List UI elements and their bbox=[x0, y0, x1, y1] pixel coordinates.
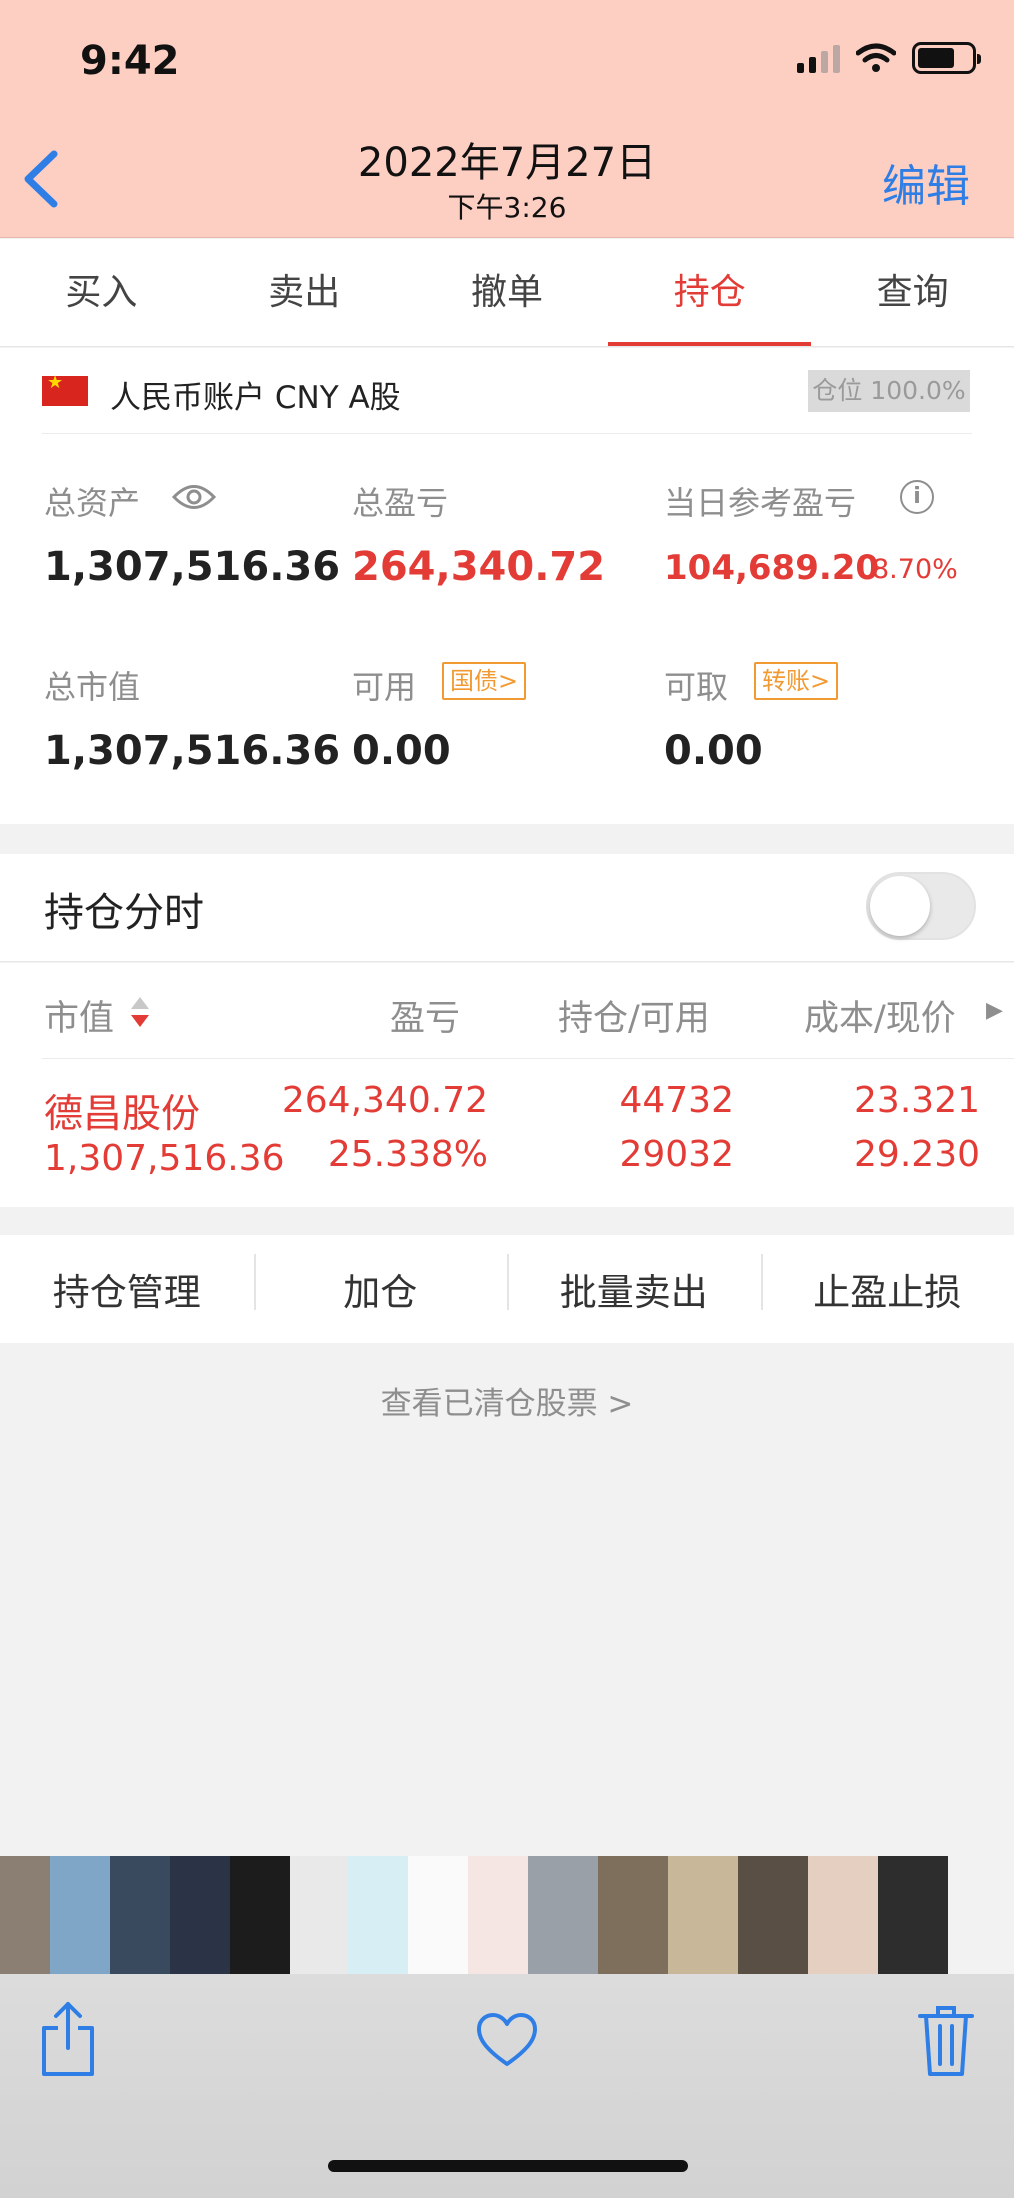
table-row[interactable]: 德昌股份 1,307,516.36 264,340.72 25.338% 447… bbox=[0, 1076, 1014, 1186]
heart-icon[interactable] bbox=[476, 2012, 538, 2068]
withdrawable-label: 可取 bbox=[664, 668, 729, 706]
account-name[interactable]: 人民币账户 CNY A股 bbox=[110, 372, 401, 417]
add-position-button[interactable]: 加仓 bbox=[253, 1254, 508, 1316]
photo-thumbnail[interactable] bbox=[408, 1856, 468, 1974]
sort-icon[interactable] bbox=[128, 994, 152, 1030]
stock-name: 德昌股份 bbox=[44, 1092, 201, 1137]
timeshare-toggle[interactable] bbox=[866, 872, 976, 940]
photo-thumbnail[interactable] bbox=[668, 1856, 738, 1974]
available-value: 0.00 bbox=[352, 728, 451, 774]
column-header-cost-price: 成本/现价 bbox=[804, 999, 956, 1039]
withdrawable-value: 0.00 bbox=[664, 728, 763, 774]
available-label: 可用 bbox=[352, 668, 417, 706]
photo-thumbnail[interactable] bbox=[170, 1856, 230, 1974]
photo-thumbnail[interactable] bbox=[738, 1856, 808, 1974]
battery-icon bbox=[912, 42, 981, 74]
photo-thumbnail[interactable] bbox=[808, 1856, 878, 1974]
home-indicator bbox=[328, 2160, 688, 2172]
toggle-knob bbox=[870, 876, 930, 936]
treasury-bond-button[interactable]: 国债> bbox=[442, 662, 527, 700]
edit-button[interactable]: 编辑 bbox=[882, 150, 970, 214]
stock-available: 29032 bbox=[619, 1134, 734, 1175]
tab-query[interactable]: 查询 bbox=[811, 239, 1014, 346]
total-pl-value: 264,340.72 bbox=[352, 544, 606, 590]
tab-positions[interactable]: 持仓 bbox=[608, 239, 811, 346]
divider bbox=[42, 1058, 1014, 1059]
take-profit-stop-loss-button[interactable]: 止盈止损 bbox=[760, 1254, 1014, 1316]
daily-pl-percent: 8.70% bbox=[872, 554, 958, 585]
column-header-market-value[interactable]: 市值 bbox=[44, 990, 114, 1041]
position-ratio-badge: 仓位 100.0% bbox=[808, 370, 970, 412]
daily-pl-value: 104,689.20 bbox=[664, 548, 880, 588]
total-pl-label: 总盈亏 bbox=[352, 484, 449, 522]
cellular-signal-icon bbox=[797, 43, 840, 73]
photo-thumbnail[interactable] bbox=[110, 1856, 170, 1974]
photo-thumbnail[interactable] bbox=[468, 1856, 528, 1974]
market-value-value: 1,307,516.36 bbox=[44, 728, 341, 774]
trade-tabs: 买入 卖出 撤单 持仓 查询 bbox=[0, 239, 1014, 347]
eye-icon[interactable] bbox=[172, 482, 216, 512]
column-header-pl: 盈亏 bbox=[390, 999, 461, 1039]
more-columns-icon[interactable]: ▶ bbox=[986, 998, 1003, 1023]
batch-sell-button[interactable]: 批量卖出 bbox=[507, 1254, 761, 1316]
status-time: 9:42 bbox=[80, 38, 180, 84]
photo-thumbnail[interactable] bbox=[878, 1856, 948, 1974]
photo-thumbnail[interactable] bbox=[598, 1856, 668, 1974]
photo-thumbnail[interactable] bbox=[50, 1856, 110, 1974]
market-value-label: 总市值 bbox=[44, 668, 141, 706]
tab-buy[interactable]: 买入 bbox=[0, 239, 203, 346]
total-assets-value: 1,307,516.36 bbox=[44, 544, 341, 590]
china-flag-icon bbox=[42, 372, 88, 406]
photo-thumbnail[interactable] bbox=[348, 1856, 408, 1974]
stock-position: 44732 bbox=[619, 1080, 734, 1121]
photo-thumbnail[interactable] bbox=[528, 1856, 598, 1974]
photo-time: 下午3:26 bbox=[447, 191, 567, 224]
stock-pl: 264,340.72 bbox=[281, 1080, 488, 1121]
view-cleared-stocks-link[interactable]: 查看已清仓股票 > bbox=[0, 1378, 1014, 1423]
info-icon[interactable]: i bbox=[900, 480, 934, 514]
status-icons bbox=[797, 42, 981, 74]
wifi-icon bbox=[856, 43, 896, 72]
transfer-button[interactable]: 转账> bbox=[754, 662, 839, 700]
photo-date: 2022年7月27日 bbox=[357, 140, 657, 186]
column-header-position: 持仓/可用 bbox=[558, 999, 710, 1039]
position-management-button[interactable]: 持仓管理 bbox=[0, 1262, 254, 1316]
stock-cost: 23.321 bbox=[854, 1080, 980, 1121]
share-icon[interactable] bbox=[38, 1998, 98, 2078]
stock-price: 29.230 bbox=[854, 1134, 980, 1175]
position-actions: 持仓管理 加仓 批量卖出 止盈止损 bbox=[0, 1235, 1014, 1343]
divider bbox=[42, 433, 972, 434]
photo-thumbnail[interactable] bbox=[290, 1856, 348, 1974]
stock-market-value: 1,307,516.36 bbox=[44, 1138, 285, 1179]
tab-cancel-order[interactable]: 撤单 bbox=[406, 239, 609, 346]
trash-icon[interactable] bbox=[916, 2004, 976, 2078]
stock-pl-percent: 25.338% bbox=[327, 1134, 488, 1175]
tab-sell[interactable]: 卖出 bbox=[203, 239, 406, 346]
total-assets-label: 总资产 bbox=[44, 484, 141, 522]
timeshare-label: 持仓分时 bbox=[44, 890, 204, 936]
photo-thumbnail[interactable] bbox=[0, 1856, 50, 1974]
photo-thumbnail-strip[interactable] bbox=[0, 1856, 1014, 1974]
photo-thumbnail[interactable] bbox=[230, 1856, 290, 1974]
daily-pl-label: 当日参考盈亏 bbox=[664, 484, 857, 522]
